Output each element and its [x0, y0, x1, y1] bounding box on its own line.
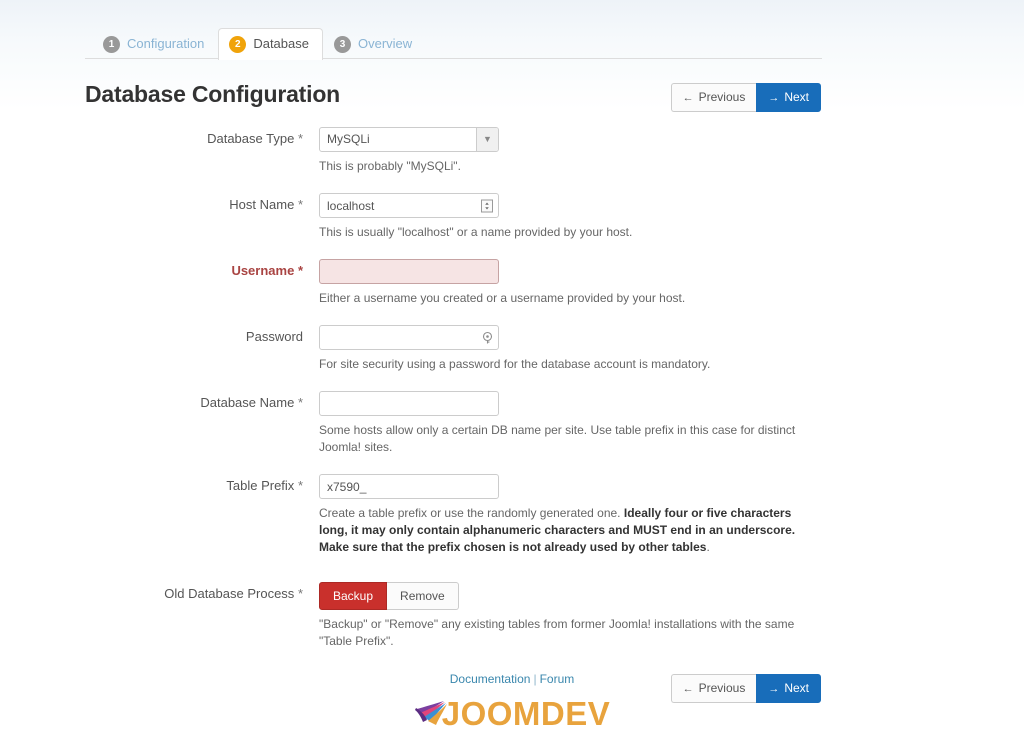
documentation-link[interactable]: Documentation	[450, 672, 531, 686]
old-database-process-help: "Backup" or "Remove" any existing tables…	[319, 617, 795, 648]
forum-link[interactable]: Forum	[540, 672, 575, 686]
tab-overview-label: Overview	[357, 36, 413, 51]
old-database-process-label: Old Database Process *	[164, 586, 303, 601]
previous-button-top-label: Previous	[698, 90, 746, 104]
required-marker: *	[297, 478, 303, 493]
host-name-input[interactable]	[319, 193, 499, 218]
field-row-username: Username * Either a username you created…	[85, 259, 822, 307]
table-prefix-help: Create a table prefix or use the randoml…	[319, 505, 822, 556]
username-input[interactable]	[319, 259, 499, 284]
field-row-host-name: Host Name * This is usually "localhost" …	[85, 193, 822, 241]
field-row-password: Password For site security using a passw…	[85, 325, 822, 373]
step-tabs: 1 Configuration 2 Database 3 Overview	[85, 28, 822, 60]
old-database-process-toggle: Backup Remove	[319, 582, 459, 610]
backup-option[interactable]: Backup	[319, 582, 388, 610]
table-prefix-label: Table Prefix *	[226, 478, 303, 493]
table-prefix-help-part1: Create a table prefix or use the randoml…	[319, 506, 624, 520]
arrow-right-icon: →	[768, 92, 780, 104]
password-label: Password	[245, 329, 303, 344]
tab-configuration-label: Configuration	[127, 36, 205, 51]
tab-database-label: Database	[253, 36, 309, 51]
table-prefix-input[interactable]	[319, 474, 499, 499]
joomdev-logo: JOOMDEV	[414, 697, 611, 731]
field-row-table-prefix: Table Prefix * Create a table prefix or …	[85, 474, 822, 556]
page-footer: Documentation | Forum JOOMDEV	[0, 672, 1024, 731]
password-help: For site security using a password for t…	[319, 357, 711, 371]
footer-links: Documentation | Forum	[0, 672, 1024, 686]
field-row-old-database-process: Old Database Process * Backup Remove "Bac…	[85, 582, 822, 650]
required-marker: *	[297, 395, 303, 410]
password-input[interactable]	[319, 325, 499, 350]
database-type-label: Database Type *	[207, 131, 303, 146]
next-button-top[interactable]: → Next	[756, 83, 821, 112]
username-help: Either a username you created or a usern…	[319, 291, 686, 305]
tab-overview-badge: 3	[333, 36, 351, 53]
field-row-database-name: Database Name * Some hosts allow only a …	[85, 391, 822, 456]
database-type-help: This is probably "MySQLi".	[319, 159, 461, 173]
database-name-input[interactable]	[319, 391, 499, 416]
host-name-help: This is usually "localhost" or a name pr…	[319, 225, 633, 239]
joomdev-logo-text: JOOMDEV	[441, 695, 611, 732]
required-marker: *	[297, 263, 303, 278]
arrow-left-icon: ←	[682, 92, 694, 104]
database-name-help: Some hosts allow only a certain DB name …	[319, 423, 796, 454]
remove-option[interactable]: Remove	[387, 582, 459, 610]
required-marker: *	[297, 586, 303, 601]
database-type-value: MySQLi	[327, 132, 370, 146]
host-name-label: Host Name *	[229, 197, 303, 212]
tab-database-badge: 2	[229, 36, 247, 53]
username-label: Username *	[231, 263, 303, 278]
database-type-select[interactable]: MySQLi ▼	[319, 127, 499, 152]
database-configuration-form: Database Type * MySQLi ▼ This is probabl…	[85, 127, 822, 703]
tab-configuration[interactable]: 1 Configuration	[92, 28, 218, 59]
database-name-label: Database Name *	[200, 395, 303, 410]
top-nav-buttons: ← Previous → Next	[670, 83, 821, 112]
required-marker: *	[297, 197, 303, 212]
page-header: Database Configuration ← Previous → Next	[85, 79, 822, 125]
required-marker: *	[297, 131, 303, 146]
chevron-down-icon[interactable]: ▼	[476, 128, 498, 151]
tab-overview[interactable]: 3 Overview	[323, 28, 426, 59]
tab-database[interactable]: 2 Database	[218, 28, 323, 60]
installer-panel: 1 Configuration 2 Database 3 Overview Datab…	[85, 0, 822, 703]
next-button-top-label: Next	[784, 90, 809, 104]
previous-button-top[interactable]: ← Previous	[670, 83, 757, 112]
table-prefix-help-part2: .	[706, 540, 710, 554]
field-row-database-type: Database Type * MySQLi ▼ This is probabl…	[85, 127, 822, 175]
tab-configuration-badge: 1	[103, 36, 120, 53]
footer-separator: |	[533, 672, 537, 686]
